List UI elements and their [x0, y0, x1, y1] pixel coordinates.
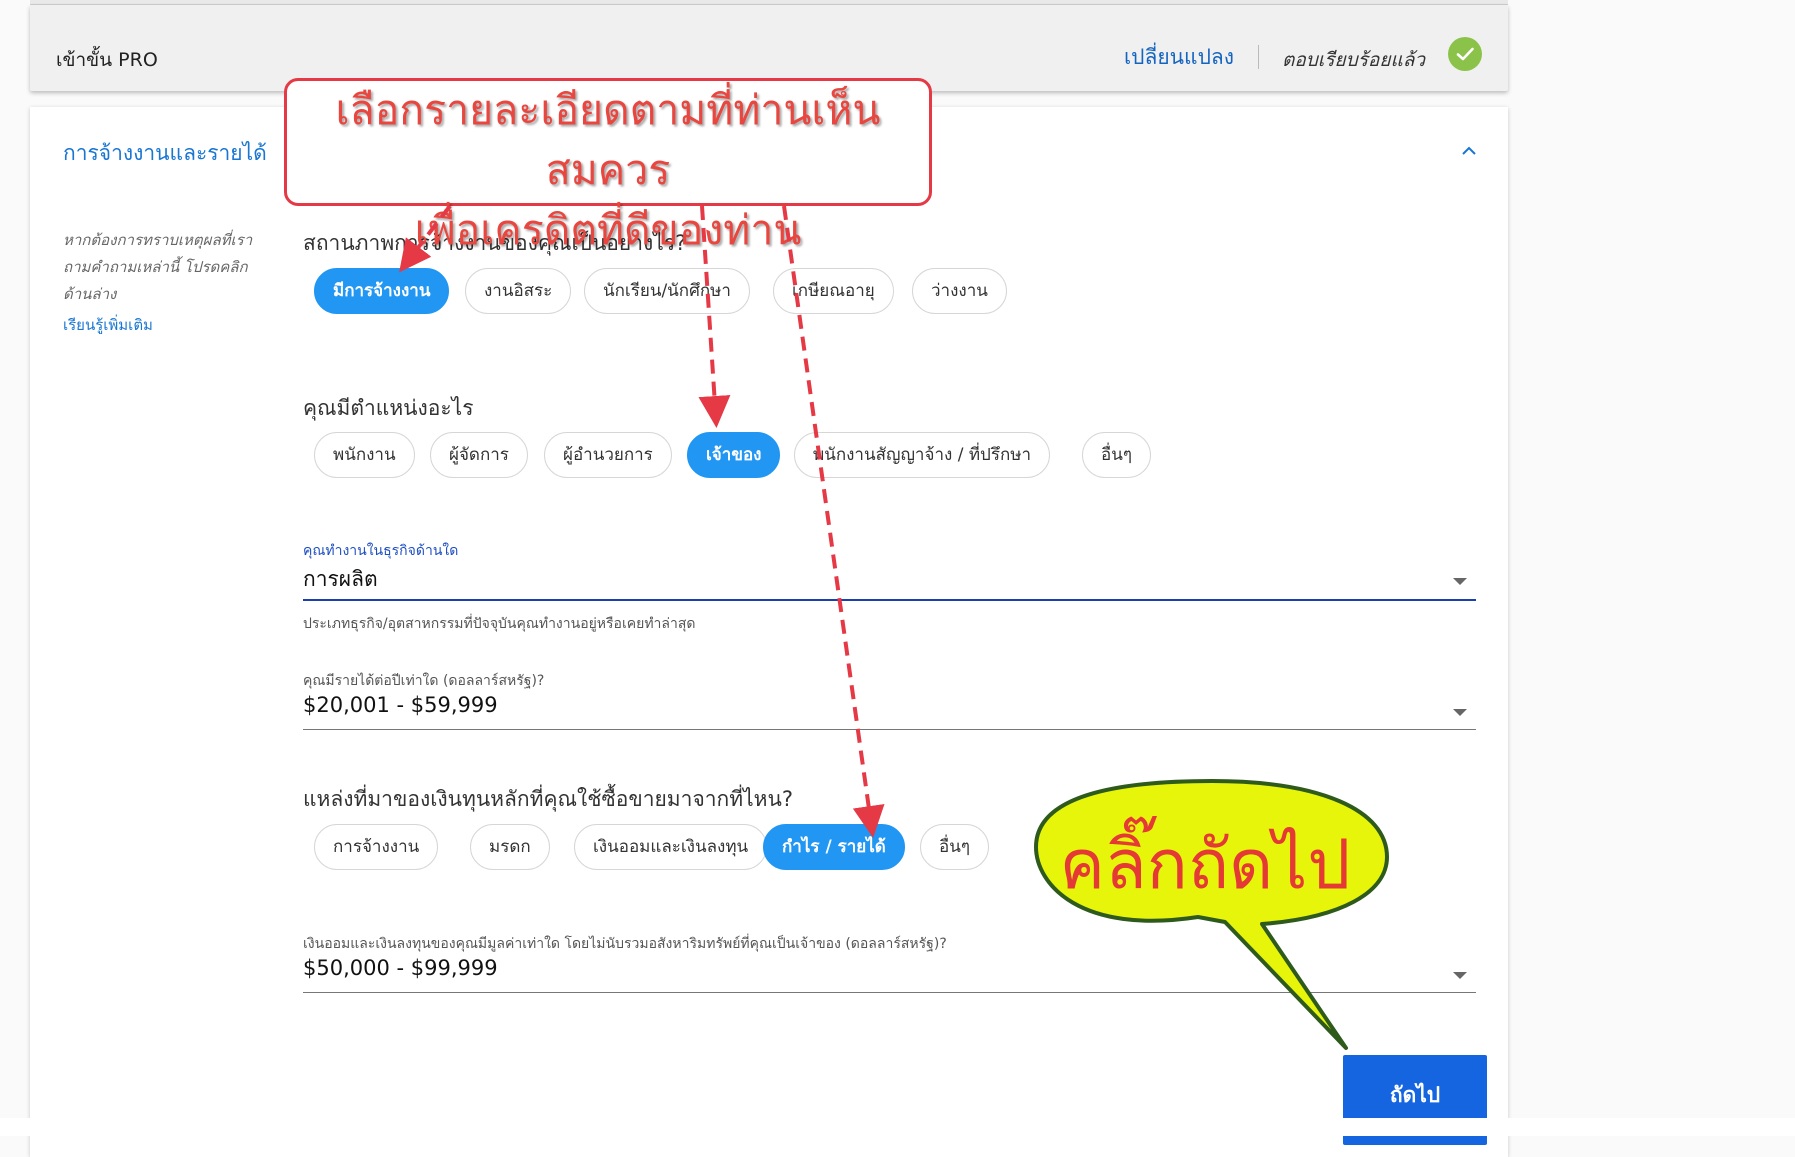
chip-retired[interactable]: เกษียณอายุ [773, 268, 894, 314]
employment-income-card: การจ้างงานและรายได้ หากต้องการทราบเหตุผล… [30, 107, 1508, 1157]
chip-savings-investments[interactable]: เงินออมและเงินลงทุน [574, 824, 768, 870]
pro-section-title: เข้าขั้น PRO [56, 49, 158, 71]
chevron-up-icon[interactable] [1455, 137, 1483, 165]
income-value: $20,001 - $59,999 [303, 693, 498, 717]
check-icon [1448, 37, 1482, 71]
income-select[interactable]: คุณมีรายได้ต่อปีเท่าใด (ดอลลาร์สหรัฐ)? $… [303, 662, 1476, 732]
header-divider [1258, 45, 1259, 69]
chip-other-funds[interactable]: อื่นๆ [920, 824, 989, 870]
savings-select[interactable]: เงินออมและเงินลงทุนของคุณมีมูลค่าเท่าใด … [303, 925, 1476, 995]
chip-profit-income[interactable]: กำไร / รายได้ [763, 824, 905, 870]
chip-student[interactable]: นักเรียน/นักศึกษา [584, 268, 750, 314]
industry-underline [303, 599, 1476, 601]
caret-down-icon [1453, 578, 1467, 585]
income-underline [303, 729, 1476, 730]
industry-label: คุณทำงานในธุรกิจด้านใด [303, 543, 459, 559]
chip-owner[interactable]: เจ้าของ [687, 432, 781, 478]
caret-down-icon [1453, 709, 1467, 716]
industry-value: การผลิต [303, 567, 378, 591]
savings-value: $50,000 - $99,999 [303, 956, 498, 980]
funds-source-question: แหล่งที่มาของเงินทุนหลักที่คุณใช้ซื้อขาย… [303, 787, 794, 811]
chip-employee[interactable]: พนักงาน [314, 432, 415, 478]
chip-contractor[interactable]: พนักงานสัญญาจ้าง / ที่ปรึกษา [794, 432, 1050, 478]
chip-employment-funds[interactable]: การจ้างงาน [314, 824, 439, 870]
position-question: คุณมีตำแหน่งอะไร [303, 396, 474, 420]
chip-manager[interactable]: ผู้จัดการ [430, 432, 528, 478]
chip-director[interactable]: ผู้อำนวยการ [544, 432, 672, 478]
annotation-callout-line2: เพื่อเครดิตที่ดีของท่าน [414, 206, 802, 254]
caret-down-icon [1453, 972, 1467, 979]
annotation-callout-text: เลือกรายละเอียดตามที่ท่านเห็นสมควร เพื่อ… [284, 80, 932, 260]
annotation-bubble-text: คลิ๊กถัดไป [1059, 826, 1351, 905]
income-label: คุณมีรายได้ต่อปีเท่าใด (ดอลลาร์สหรัฐ)? [303, 673, 545, 689]
change-link[interactable]: เปลี่ยนแปลง [1124, 41, 1234, 74]
learn-more-link[interactable]: เรียนรู้เพิ่มเติม [63, 313, 153, 337]
chip-unemployed[interactable]: ว่างงาน [912, 268, 1007, 314]
bottom-edge [0, 1118, 1795, 1136]
section-title: การจ้างงานและรายได้ [63, 141, 267, 165]
savings-label: เงินออมและเงินลงทุนของคุณมีมูลค่าเท่าใด … [303, 936, 947, 952]
chip-other-position[interactable]: อื่นๆ [1082, 432, 1151, 478]
answered-status: ตอบเรียบร้อยแล้ว [1282, 49, 1426, 71]
industry-select[interactable]: คุณทำงานในธุรกิจด้านใด การผลิต [303, 532, 1476, 602]
chip-inheritance[interactable]: มรดก [470, 824, 550, 870]
savings-underline [303, 992, 1476, 993]
industry-helper: ประเภทธุรกิจ/อุตสาหกรรมที่ปัจจุบันคุณทำง… [303, 616, 696, 632]
annotation-callout-line1: เลือกรายละเอียดตามที่ท่านเห็นสมควร [335, 86, 881, 194]
side-note: หากต้องการทราบเหตุผลที่เราถามคำถามเหล่าน… [63, 231, 253, 303]
chip-employed[interactable]: มีการจ้างงาน [314, 268, 450, 314]
chip-self-employed[interactable]: งานอิสระ [465, 268, 572, 314]
